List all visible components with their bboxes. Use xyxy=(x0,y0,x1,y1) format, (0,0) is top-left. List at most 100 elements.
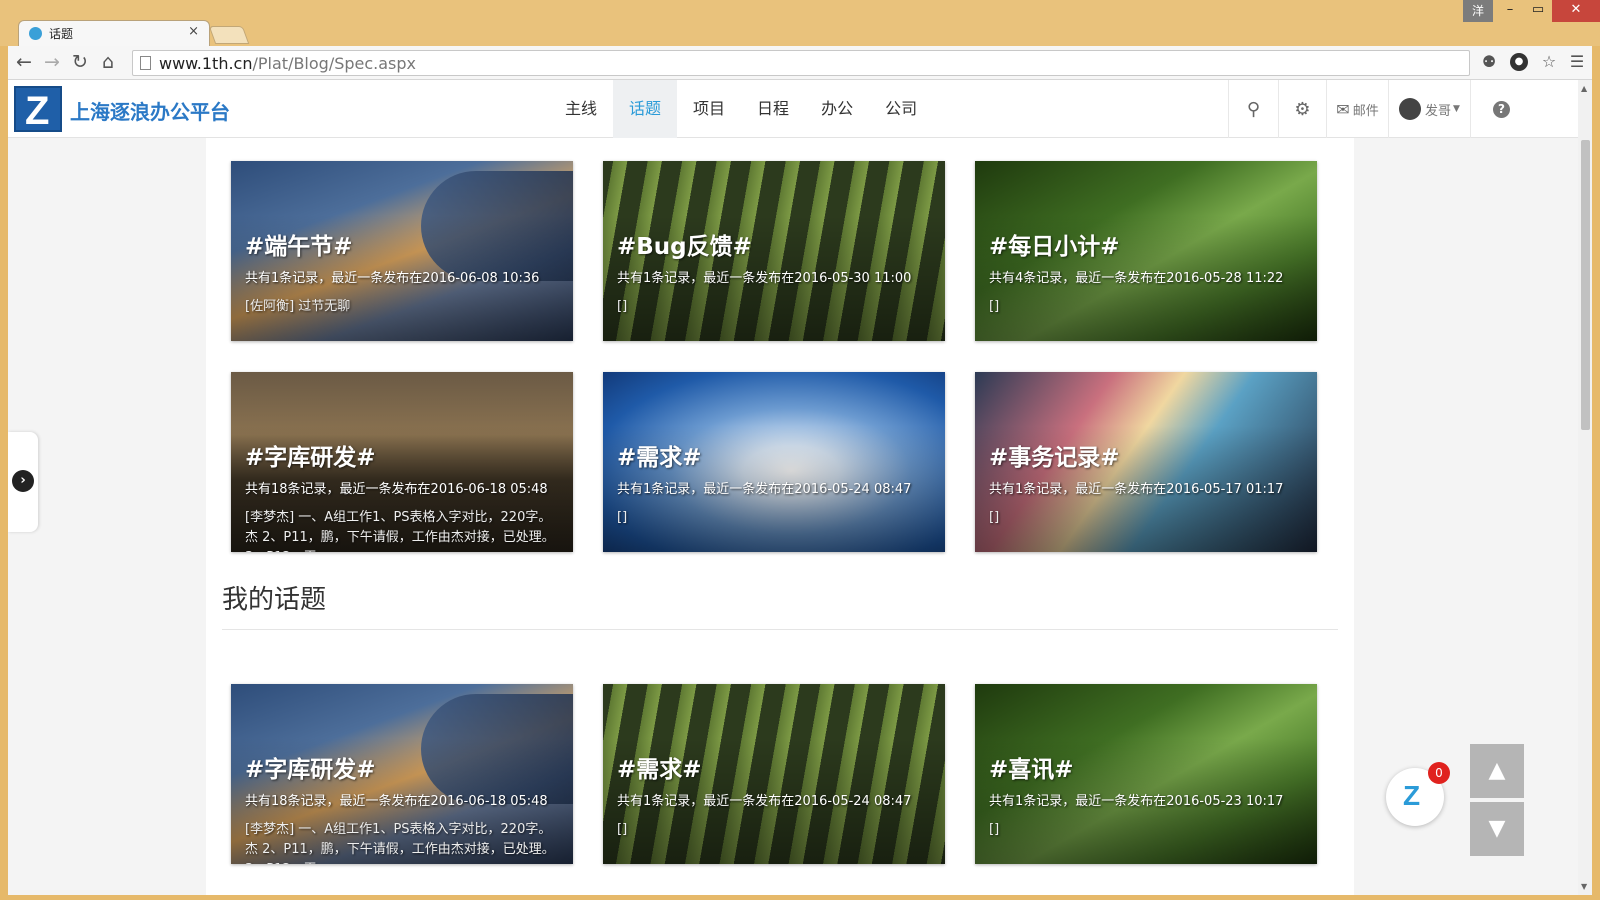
logo-letter: Z xyxy=(25,89,50,133)
main-content: #端午节# 共有1条记录，最近一条发布在2016-06-08 10:36 [佐阿… xyxy=(206,138,1354,895)
topic-snippet: [李梦杰] 一、A组工作1、PS表格入字对比，220字。杰 2、P11，鹏，下午… xyxy=(245,510,555,552)
topic-snippet: [] xyxy=(617,510,628,525)
tab-title: 话题 xyxy=(49,27,74,41)
topic-snippet: [] xyxy=(989,822,1000,837)
menu-icon[interactable]: ☰ xyxy=(1568,53,1586,71)
web-page: Z 上海逐浪办公平台 主线 话题 项目 日程 办公 公司 ⚲ ⚙ ✉ 邮件 发哥… xyxy=(8,80,1578,895)
scroll-down-arrow-icon[interactable]: ▼ xyxy=(1581,882,1587,891)
topic-title: #端午节# xyxy=(245,234,353,260)
browser-tab[interactable]: 话题 × xyxy=(18,20,210,46)
my-topic-card[interactable]: #需求# 共有1条记录，最近一条发布在2016-05-24 08:47 [] xyxy=(603,684,945,864)
help-icon: ? xyxy=(1493,100,1510,118)
mail-label: 邮件 xyxy=(1352,103,1379,119)
divider xyxy=(222,629,1338,630)
chat-logo-icon: Z xyxy=(1403,780,1421,811)
topic-title: #事务记录# xyxy=(989,445,1120,471)
page-scrollbar[interactable]: ▲ ▼ xyxy=(1578,80,1592,895)
close-window-button[interactable]: ✕ xyxy=(1552,0,1600,22)
menu-item-schedule[interactable]: 日程 xyxy=(741,80,805,138)
notification-count-badge: 0 xyxy=(1428,762,1450,784)
topic-card[interactable]: #每日小计# 共有4条记录，最近一条发布在2016-05-28 11:22 [] xyxy=(975,161,1317,341)
topic-snippet: [] xyxy=(617,299,628,314)
chevron-down-icon: ▼ xyxy=(1488,816,1506,841)
gear-icon: ⚙ xyxy=(1294,98,1311,120)
chevron-up-icon: ▲ xyxy=(1488,758,1506,783)
menu-item-projects[interactable]: 项目 xyxy=(677,80,741,138)
topic-card[interactable]: #字库研发# 共有18条记录，最近一条发布在2016-06-18 05:48 [… xyxy=(231,372,573,552)
chat-launcher[interactable]: Z 0 xyxy=(1386,762,1450,826)
topic-meta: 共有1条记录，最近一条发布在2016-05-17 01:17 xyxy=(989,482,1284,497)
forward-arrow-icon[interactable]: → xyxy=(44,51,60,73)
topic-card[interactable]: #事务记录# 共有1条记录，最近一条发布在2016-05-17 01:17 [] xyxy=(975,372,1317,552)
page-icon xyxy=(140,56,151,70)
help-button[interactable]: ? xyxy=(1470,80,1532,138)
address-bar[interactable]: www.1th.cn/Plat/Blog/Spec.aspx xyxy=(132,50,1470,76)
topic-title: #喜讯# xyxy=(989,757,1074,783)
topic-card[interactable]: #端午节# 共有1条记录，最近一条发布在2016-06-08 10:36 [佐阿… xyxy=(231,161,573,341)
favicon-icon xyxy=(29,27,42,40)
url-text: www.1th.cn/Plat/Blog/Spec.aspx xyxy=(159,54,416,73)
topic-title: #字库研发# xyxy=(245,757,376,783)
mail-button[interactable]: ✉ 邮件 xyxy=(1326,80,1388,138)
topic-snippet: [佐阿衡] 过节无聊 xyxy=(245,299,351,314)
topic-snippet: [李梦杰] 一、A组工作1、PS表格入字对比，220字。杰 2、P11，鹏，下午… xyxy=(245,822,555,864)
topic-meta: 共有1条记录，最近一条发布在2016-05-24 08:47 xyxy=(617,482,912,497)
scroll-to-bottom-button[interactable]: ▼ xyxy=(1470,802,1524,856)
topic-title: #Bug反馈# xyxy=(617,234,752,260)
browser-toolbar: ← → ↻ ⌂ www.1th.cn/Plat/Blog/Spec.aspx ⚉… xyxy=(8,46,1592,80)
topic-title: #需求# xyxy=(617,445,702,471)
topic-meta: 共有1条记录，最近一条发布在2016-05-30 11:00 xyxy=(617,271,912,286)
tab-close-icon[interactable]: × xyxy=(188,24,199,39)
menu-item-topics[interactable]: 话题 xyxy=(613,80,678,138)
topic-snippet: [] xyxy=(617,822,628,837)
browser-window: 话题 × 洋 – ▭ ✕ ← → ↻ ⌂ www.1th.cn/Plat/Blo… xyxy=(0,0,1600,900)
profile-button[interactable]: 洋 xyxy=(1463,0,1493,22)
url-path: /Plat/Blog/Spec.aspx xyxy=(252,54,417,73)
home-icon[interactable]: ⌂ xyxy=(102,51,114,73)
topic-meta: 共有4条记录，最近一条发布在2016-05-28 11:22 xyxy=(989,271,1284,286)
brand-name[interactable]: 上海逐浪办公平台 xyxy=(70,96,230,125)
topic-title: #每日小计# xyxy=(989,234,1120,260)
search-button[interactable]: ⚲ xyxy=(1228,80,1278,138)
logo-icon[interactable]: Z xyxy=(14,86,62,133)
header-tools: ⚲ ⚙ ✉ 邮件 发哥 ▼ ? xyxy=(1228,80,1532,138)
topic-meta: 共有18条记录，最近一条发布在2016-06-18 05:48 xyxy=(245,482,548,497)
topic-title: #需求# xyxy=(617,757,702,783)
sidebar-toggle[interactable]: › xyxy=(8,432,38,532)
topic-meta: 共有1条记录，最近一条发布在2016-06-08 10:36 xyxy=(245,271,540,286)
extension-icon[interactable]: ⚉ xyxy=(1480,53,1498,71)
menu-item-office[interactable]: 办公 xyxy=(805,80,869,138)
topic-meta: 共有1条记录，最近一条发布在2016-05-23 10:17 xyxy=(989,794,1284,809)
topic-snippet: [] xyxy=(989,510,1000,525)
bookmark-star-icon[interactable]: ☆ xyxy=(1540,53,1558,71)
title-bar: 话题 × 洋 – ▭ ✕ xyxy=(0,0,1600,46)
main-menu: 主线 话题 项目 日程 办公 公司 xyxy=(549,80,933,138)
search-icon: ⚲ xyxy=(1246,98,1261,120)
mail-icon: ✉ xyxy=(1336,99,1350,119)
topic-meta: 共有1条记录，最近一条发布在2016-05-24 08:47 xyxy=(617,794,912,809)
topic-meta: 共有18条记录，最近一条发布在2016-06-18 05:48 xyxy=(245,794,548,809)
scrollbar-thumb[interactable] xyxy=(1581,140,1590,430)
scroll-up-arrow-icon[interactable]: ▲ xyxy=(1581,84,1587,93)
topic-card[interactable]: #Bug反馈# 共有1条记录，最近一条发布在2016-05-30 11:00 [… xyxy=(603,161,945,341)
my-topics-heading: 我的话题 xyxy=(222,585,327,615)
avatar xyxy=(1399,98,1422,120)
scroll-to-top-button[interactable]: ▲ xyxy=(1470,744,1524,798)
menu-item-mainline[interactable]: 主线 xyxy=(549,80,613,138)
reload-icon[interactable]: ↻ xyxy=(72,51,88,73)
chevron-down-icon: ▼ xyxy=(1453,104,1460,114)
topic-card[interactable]: #需求# 共有1条记录，最近一条发布在2016-05-24 08:47 [] xyxy=(603,372,945,552)
url-host: www.1th.cn xyxy=(159,54,253,73)
my-topic-card[interactable]: #字库研发# 共有18条记录，最近一条发布在2016-06-18 05:48 [… xyxy=(231,684,573,864)
chrome-extension-icon[interactable]: ● xyxy=(1510,53,1528,71)
my-topic-card[interactable]: #喜讯# 共有1条记录，最近一条发布在2016-05-23 10:17 [] xyxy=(975,684,1317,864)
user-menu[interactable]: 发哥 ▼ xyxy=(1388,80,1470,138)
site-header: Z 上海逐浪办公平台 主线 话题 项目 日程 办公 公司 ⚲ ⚙ ✉ 邮件 发哥… xyxy=(8,80,1578,138)
maximize-button[interactable]: ▭ xyxy=(1524,0,1552,22)
new-tab-button[interactable] xyxy=(208,26,250,44)
back-arrow-icon[interactable]: ← xyxy=(16,51,32,73)
menu-item-company[interactable]: 公司 xyxy=(869,80,933,138)
settings-button[interactable]: ⚙ xyxy=(1278,80,1326,138)
chevron-right-icon: › xyxy=(12,470,34,492)
minimize-button[interactable]: – xyxy=(1496,0,1524,22)
